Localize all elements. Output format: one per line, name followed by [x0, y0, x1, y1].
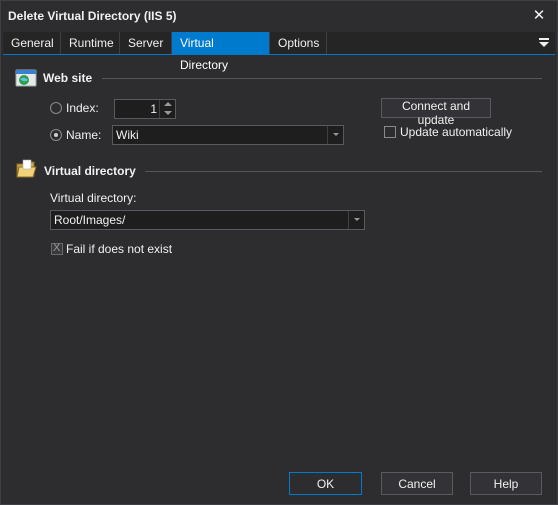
stepper-up-icon[interactable]: [160, 100, 175, 109]
name-combobox[interactable]: Wiki: [112, 125, 344, 145]
web-site-icon: [15, 68, 37, 88]
tab-menu-icon[interactable]: [537, 35, 551, 51]
virtual-directory-value: Root/Images/: [54, 213, 126, 227]
tab-options[interactable]: Options: [270, 32, 327, 54]
fail-if-not-exist-checkbox[interactable]: X: [51, 242, 63, 255]
chevron-down-icon[interactable]: [327, 126, 343, 144]
virtual-directory-heading: Virtual directory: [44, 164, 136, 178]
name-combobox-value: Wiki: [116, 128, 139, 142]
index-label: Index:: [66, 101, 99, 115]
name-label: Name:: [66, 128, 102, 142]
tab-server[interactable]: Server: [120, 32, 172, 54]
connect-and-update-button[interactable]: Connect and update: [381, 98, 491, 127]
window-title: Delete Virtual Directory (IIS 5): [8, 9, 177, 23]
update-automatically-label: Update automatically: [400, 125, 513, 139]
tab-virtual-directory[interactable]: Virtual Directory: [172, 32, 270, 72]
ok-button[interactable]: OK: [289, 472, 362, 495]
title-bar: Delete Virtual Directory (IIS 5) ✕: [1, 1, 557, 31]
update-automatically-checkbox[interactable]: [384, 126, 396, 138]
web-site-divider: [102, 78, 542, 79]
dialog-window: Delete Virtual Directory (IIS 5) ✕ Gener…: [0, 0, 558, 505]
name-radio[interactable]: [50, 129, 62, 141]
index-stepper[interactable]: 1: [114, 99, 176, 119]
virtual-directory-combobox[interactable]: Root/Images/: [50, 210, 365, 230]
stepper-down-icon[interactable]: [160, 109, 175, 118]
web-site-heading: Web site: [43, 71, 93, 85]
fail-if-not-exist-label: Fail if does not exist: [66, 242, 173, 256]
help-button[interactable]: Help: [470, 472, 542, 495]
tab-bar: General Runtime Server Virtual Directory…: [3, 32, 555, 72]
tab-runtime[interactable]: Runtime: [61, 32, 120, 54]
close-icon[interactable]: ✕: [529, 6, 549, 26]
index-radio[interactable]: [50, 102, 62, 114]
virtual-directory-field-label: Virtual directory:: [50, 191, 137, 205]
folder-icon: [15, 158, 37, 178]
virtual-directory-divider: [145, 171, 542, 172]
index-stepper-buttons: [159, 100, 175, 118]
checkmark-icon: X: [53, 242, 61, 254]
index-value: 1: [150, 102, 157, 116]
cancel-button[interactable]: Cancel: [381, 472, 453, 495]
tab-general[interactable]: General: [3, 32, 61, 54]
chevron-down-icon[interactable]: [348, 211, 364, 229]
